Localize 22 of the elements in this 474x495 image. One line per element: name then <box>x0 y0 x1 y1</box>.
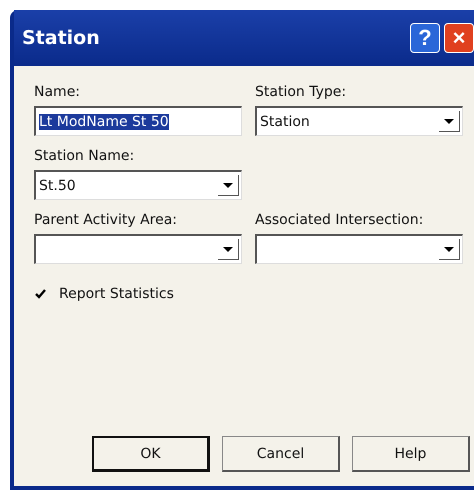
dropdown-arrow-icon[interactable] <box>439 239 460 260</box>
close-button[interactable]: × <box>444 23 474 53</box>
dropdown-field[interactable]: St.50 <box>34 170 242 200</box>
dropdown-arrow-icon[interactable] <box>439 111 460 132</box>
text-field[interactable]: Lt ModName St 50 <box>34 106 242 136</box>
help-button[interactable]: ? <box>410 23 440 53</box>
dropdown-arrow-icon[interactable] <box>218 175 239 196</box>
dialog-button[interactable]: OK <box>92 436 210 472</box>
field-label: Name: <box>34 84 82 100</box>
dropdown-field[interactable] <box>255 234 463 264</box>
field-label: Parent Activity Area: <box>34 212 178 228</box>
checkbox[interactable] <box>34 288 47 300</box>
field-label: Station Name: <box>34 148 136 164</box>
dialog-button[interactable]: Cancel <box>222 436 340 472</box>
checkbox-label[interactable]: Report Statistics <box>59 286 174 302</box>
dialog-button[interactable]: Help <box>352 436 470 472</box>
field-label: Associated Intersection: <box>255 212 424 228</box>
dropdown-field[interactable] <box>34 234 242 264</box>
dropdown-arrow-icon[interactable] <box>218 239 239 260</box>
dropdown-field[interactable]: Station <box>255 106 463 136</box>
window-title: Station <box>22 27 100 49</box>
field-label: Station Type: <box>255 84 348 100</box>
